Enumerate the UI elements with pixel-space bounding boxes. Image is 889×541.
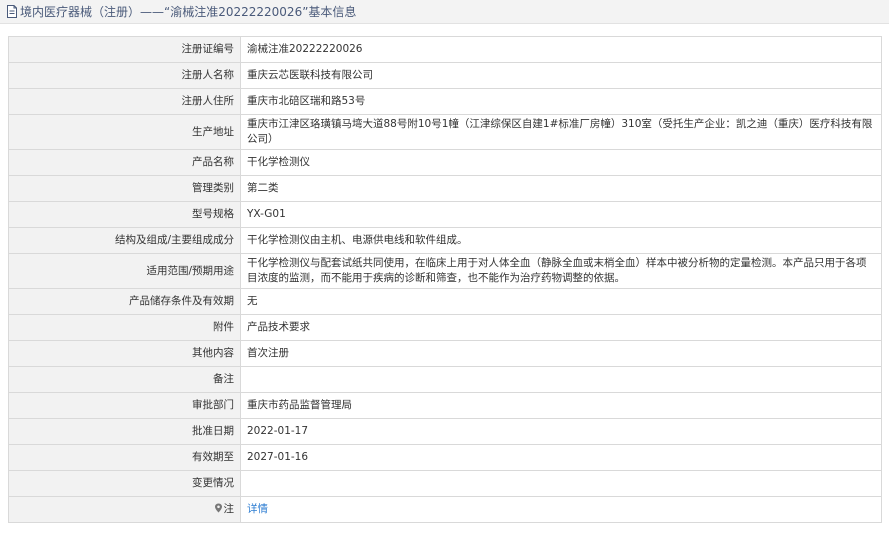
field-value: YX-G01 [240,201,882,228]
field-value: 干化学检测仪由主机、电源供电线和软件组成。 [240,227,882,254]
field-value: 2022-01-17 [240,418,882,445]
table-row: 结构及组成/主要组成成分 干化学检测仪由主机、电源供电线和软件组成。 [8,227,882,254]
map-pin-icon [214,503,222,513]
field-label: 其他内容 [8,340,241,367]
field-label: 注 [223,503,235,515]
page-title: 境内医疗器械（注册）——“渝械注准20222220026”基本信息 [20,5,357,19]
page-header: 境内医疗器械（注册）——“渝械注准20222220026”基本信息 [0,0,889,24]
field-value [240,366,882,393]
field-label: 审批部门 [8,392,241,419]
field-label: 适用范围/预期用途 [8,253,241,289]
field-label: 附件 [8,314,241,341]
document-icon [7,5,17,18]
field-value: 干化学检测仪与配套试纸共同使用，在临床上用于对人体全血（静脉全血或末梢全血）样本… [240,253,882,289]
table-row: 备注 [8,366,882,393]
field-value: 重庆市药品监督管理局 [240,392,882,419]
table-row: 适用范围/预期用途 干化学检测仪与配套试纸共同使用，在临床上用于对人体全血（静脉… [8,253,882,289]
table-row: 型号规格 YX-G01 [8,201,882,228]
field-value: 干化学检测仪 [240,149,882,176]
field-label: 生产地址 [8,114,241,150]
field-value: 无 [240,288,882,315]
field-value: 详情 [240,496,882,523]
field-label: 结构及组成/主要组成成分 [8,227,241,254]
table-row: 注册人住所 重庆市北碚区瑞和路53号 [8,88,882,115]
table-row: 注 详情 [8,496,882,523]
field-value: 第二类 [240,175,882,202]
field-value: 重庆市江津区珞璜镇马塆大道88号附10号1幢（江津综保区自建1#标准厂房幢）31… [240,114,882,150]
field-label: 有效期至 [8,444,241,471]
table-row: 附件 产品技术要求 [8,314,882,341]
field-label: 备注 [8,366,241,393]
table-row: 批准日期 2022-01-17 [8,418,882,445]
table-row: 产品储存条件及有效期 无 [8,288,882,315]
field-label: 注册人住所 [8,88,241,115]
table-row: 其他内容 首次注册 [8,340,882,367]
field-label: 注册证编号 [8,36,241,63]
table-row: 产品名称 干化学检测仪 [8,149,882,176]
table-row: 生产地址 重庆市江津区珞璜镇马塆大道88号附10号1幢（江津综保区自建1#标准厂… [8,114,882,150]
table-row: 管理类别 第二类 [8,175,882,202]
details-link[interactable]: 详情 [247,503,268,515]
field-value: 重庆市北碚区瑞和路53号 [240,88,882,115]
field-value [240,470,882,497]
note-label-cell: 注 [8,496,241,523]
field-value: 2027-01-16 [240,444,882,471]
table-row: 注册证编号 渝械注准20222220026 [8,36,882,63]
table-row: 变更情况 [8,470,882,497]
table-row: 注册人名称 重庆云芯医联科技有限公司 [8,62,882,89]
field-label: 变更情况 [8,470,241,497]
field-value: 首次注册 [240,340,882,367]
table-row: 审批部门 重庆市药品监督管理局 [8,392,882,419]
field-value: 重庆云芯医联科技有限公司 [240,62,882,89]
field-value: 渝械注准20222220026 [240,36,882,63]
field-label: 管理类别 [8,175,241,202]
field-label: 型号规格 [8,201,241,228]
field-label: 注册人名称 [8,62,241,89]
info-panel: 注册证编号 渝械注准20222220026 注册人名称 重庆云芯医联科技有限公司… [8,36,882,523]
field-label: 产品储存条件及有效期 [8,288,241,315]
field-value: 产品技术要求 [240,314,882,341]
table-row: 有效期至 2027-01-16 [8,444,882,471]
field-label: 产品名称 [8,149,241,176]
field-label: 批准日期 [8,418,241,445]
info-table: 注册证编号 渝械注准20222220026 注册人名称 重庆云芯医联科技有限公司… [8,36,882,523]
